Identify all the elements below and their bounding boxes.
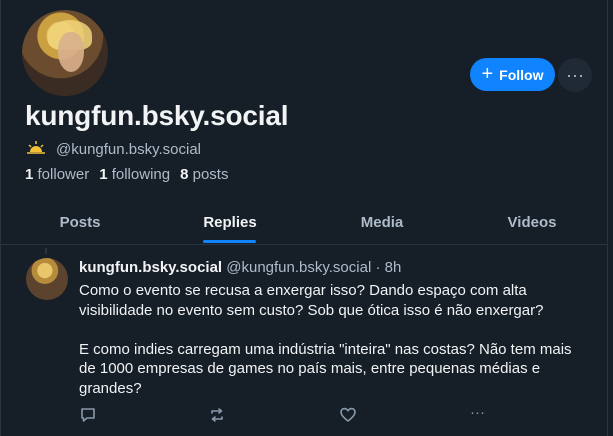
tab-media[interactable]: Media [361, 214, 404, 231]
plus-icon: + [481, 62, 494, 85]
profile-avatar[interactable] [20, 8, 110, 98]
reply-icon[interactable] [79, 406, 97, 426]
post-header: kungfun.bsky.social @kungfun.bsky.social… [79, 259, 401, 276]
profile-page: + Follow ··· kungfun.bsky.social @kungfu… [0, 0, 608, 436]
tab-posts[interactable]: Posts [60, 214, 101, 231]
post-body[interactable]: Como o evento se recusa a enxergar isso?… [79, 281, 589, 418]
tab-videos[interactable]: Videos [508, 214, 557, 231]
follow-button[interactable]: + Follow [470, 58, 555, 91]
post-author-handle[interactable]: @kungfun.bsky.social [226, 259, 371, 276]
post-separator: · [375, 259, 381, 276]
repost-icon[interactable] [208, 406, 226, 426]
post-paragraph: E como indies carregam uma indústria "in… [79, 340, 572, 397]
posts-stat: 8 posts [180, 166, 228, 183]
post-time[interactable]: 8h [385, 259, 402, 276]
like-icon[interactable] [339, 406, 357, 426]
followers-count: 1 [25, 166, 34, 183]
post-more-icon[interactable]: ··· [470, 404, 485, 424]
posts-count: 8 [180, 166, 189, 183]
posts-label: posts [192, 166, 229, 183]
followers-stat[interactable]: 1 follower [25, 166, 89, 183]
profile-stats: 1 follower 1 following 8 posts [25, 166, 228, 183]
handle-row: @kungfun.bsky.social [26, 140, 201, 159]
profile-display-name: kungfun.bsky.social [25, 100, 289, 131]
active-tab-indicator [203, 240, 256, 243]
followers-label: follower [37, 166, 90, 183]
following-label: following [111, 166, 171, 183]
more-icon: ··· [566, 64, 584, 85]
sun-icon [26, 140, 46, 159]
follow-label: Follow [499, 66, 544, 83]
tab-replies[interactable]: Replies [203, 214, 256, 231]
post-paragraph: Como o evento se recusa a enxergar isso?… [79, 282, 544, 319]
profile-tabs: Posts Replies Media Videos [0, 200, 608, 245]
avatar-face [58, 32, 84, 72]
thread-line [45, 248, 47, 254]
following-count: 1 [99, 166, 108, 183]
more-options-button[interactable]: ··· [558, 58, 592, 92]
following-stat[interactable]: 1 following [99, 166, 170, 183]
post-avatar[interactable] [26, 258, 68, 300]
post-author-name[interactable]: kungfun.bsky.social [79, 259, 222, 276]
profile-handle: @kungfun.bsky.social [56, 141, 202, 158]
